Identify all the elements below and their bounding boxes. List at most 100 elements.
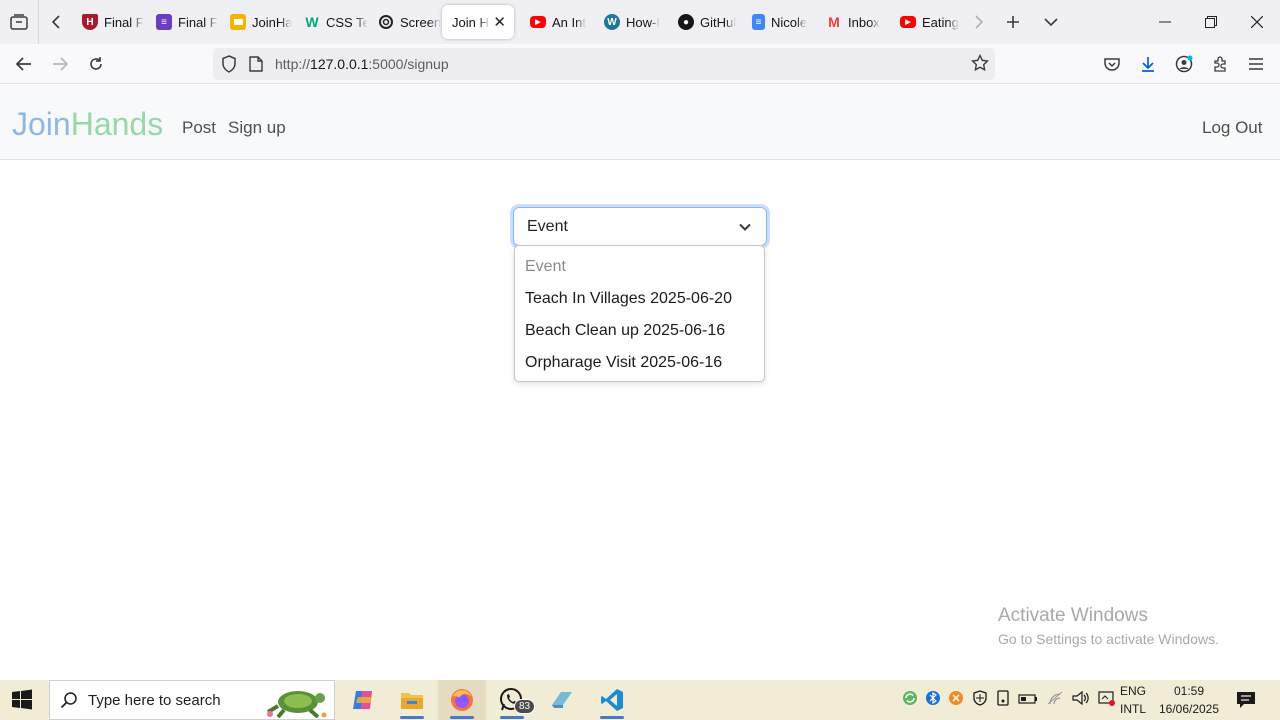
clock[interactable]: 01:59 16/06/2025 (1156, 682, 1222, 718)
browser-toolbar: http://127.0.0.1:5000/signup (0, 44, 1280, 84)
nav-link-logout[interactable]: Log Out (1202, 118, 1263, 138)
page-info-icon[interactable] (249, 56, 263, 77)
wifi-icon[interactable] (1046, 690, 1064, 711)
keyboard-layout: INTL (1120, 702, 1147, 716)
file-explorer-app-icon[interactable] (388, 680, 436, 720)
tab-title: Join Ha (452, 14, 490, 30)
close-window-icon[interactable] (1234, 0, 1280, 44)
browser-tab[interactable]: JoinHa (220, 5, 294, 39)
tab-title: Eating (922, 14, 959, 30)
url-scheme: http:// (275, 56, 311, 72)
harvard-shield-icon: H (82, 14, 98, 30)
dropdown-option[interactable]: Beach Clean up 2025-06-16 (525, 322, 725, 340)
wordpress-icon: W (604, 14, 620, 30)
dropdown-option[interactable]: Teach In Villages 2025-06-20 (525, 290, 732, 308)
update-sync-icon[interactable] (902, 690, 918, 711)
minimize-window-icon[interactable] (1142, 0, 1188, 44)
docs-icon: ≡ (752, 14, 765, 30)
brand-logo[interactable]: JoinHands (12, 106, 163, 143)
notes-app-icon[interactable] (538, 680, 586, 720)
notifications-icon[interactable] (1236, 691, 1256, 714)
notes-icon: ≡ (156, 14, 172, 30)
antivirus-icon[interactable] (948, 690, 964, 711)
browser-tab-active[interactable]: Join Ha ✕ (442, 5, 514, 39)
windows-start-icon[interactable] (10, 688, 34, 717)
bluetooth-icon[interactable] (926, 690, 940, 711)
tab-title: GitHul (700, 14, 737, 30)
w3schools-icon: W (305, 14, 319, 30)
address-bar[interactable]: http://127.0.0.1:5000/signup (213, 48, 995, 80)
account-icon[interactable] (1166, 48, 1202, 80)
browser-tab-strip: H Final F ≡ Final F JoinHa W CSS Te Scre… (0, 0, 1280, 44)
system-tray (902, 690, 1116, 711)
search-icon (60, 691, 78, 714)
browser-tab[interactable]: W How-I (594, 5, 668, 39)
nav-link-signup[interactable]: Sign up (228, 118, 286, 138)
browser-tab[interactable]: ▶ Eating (890, 5, 964, 39)
app-running-indicator (450, 716, 474, 719)
gmail-icon: M (828, 14, 840, 30)
taskbar-search-box[interactable]: Type here to search (49, 680, 335, 720)
browser-tab[interactable]: ▶ An Int (520, 5, 594, 39)
youtube-icon: ▶ (900, 16, 916, 28)
app-running-indicator (600, 716, 624, 719)
tab-title: Final F (104, 14, 144, 30)
activate-windows-watermark: Activate Windows Go to Settings to activ… (998, 605, 1219, 647)
whatsapp-app-icon[interactable]: 83 (488, 680, 536, 720)
reload-icon[interactable] (78, 48, 114, 80)
event-select-value: Event (527, 218, 568, 235)
copilot-app-icon[interactable] (339, 680, 387, 720)
browser-tab[interactable]: ≡ Nicole (742, 5, 816, 39)
windows-taskbar: Type here to search 83 ENG INTL 01:59 16… (0, 680, 1280, 720)
device-icon[interactable] (996, 690, 1010, 711)
volume-icon[interactable] (1072, 690, 1090, 711)
dropdown-option-placeholder[interactable]: Event (525, 258, 566, 276)
url-host: 127.0.0.1 (310, 56, 369, 72)
forward-arrow-icon[interactable] (42, 48, 78, 80)
browser-tab[interactable]: ● GitHul (668, 5, 742, 39)
event-select[interactable]: Event (513, 207, 767, 246)
browser-tab[interactable]: Screen (368, 5, 442, 39)
bookmark-star-icon[interactable] (970, 53, 990, 77)
youtube-icon: ▶ (530, 16, 546, 28)
url-text[interactable]: http://127.0.0.1:5000/signup (275, 56, 449, 72)
restore-window-icon[interactable] (1188, 0, 1234, 44)
browser-tab[interactable]: M Inbox (816, 5, 890, 39)
tab-overview-icon[interactable] (0, 0, 38, 44)
notification-app-icon[interactable] (1098, 690, 1116, 711)
tracking-protection-shield-icon[interactable] (221, 55, 237, 78)
openai-icon (378, 14, 394, 30)
vscode-app-icon[interactable] (588, 680, 636, 720)
tab-title: How-I (626, 14, 660, 30)
list-all-tabs-icon[interactable] (1032, 0, 1070, 44)
language-code: ENG (1120, 684, 1147, 698)
pocket-icon[interactable] (1094, 48, 1130, 80)
event-select-dropdown: Event Teach In Villages 2025-06-20 Beach… (514, 245, 765, 382)
search-placeholder: Type here to search (88, 692, 221, 709)
nav-link-post[interactable]: Post (182, 118, 216, 138)
downloads-icon[interactable] (1130, 48, 1166, 80)
new-tab-icon[interactable] (994, 0, 1032, 44)
firefox-app-icon[interactable] (438, 680, 486, 720)
battery-icon[interactable] (1018, 692, 1038, 710)
watermark-subtitle: Go to Settings to activate Windows. (998, 631, 1219, 647)
close-tab-icon[interactable]: ✕ (493, 13, 506, 31)
dropdown-option[interactable]: Orpharage Visit 2025-06-16 (525, 354, 722, 372)
security-shield-icon[interactable] (972, 690, 988, 711)
clock-time: 01:59 (1173, 684, 1205, 698)
scroll-tabs-left-icon[interactable] (38, 0, 72, 44)
browser-tab[interactable]: H Final F (72, 5, 146, 39)
sea-turtle-illustration-icon (262, 684, 330, 720)
extensions-icon[interactable] (1202, 48, 1238, 80)
toolbar-right-group (1094, 48, 1274, 80)
browser-tab[interactable]: W CSS Te (294, 5, 368, 39)
slides-icon (230, 14, 246, 30)
scroll-tabs-right-icon[interactable] (964, 0, 994, 44)
brand-hands: Hands (70, 106, 164, 142)
brand-join: Join (12, 106, 71, 142)
browser-tab[interactable]: ≡ Final F (146, 5, 220, 39)
back-arrow-icon[interactable] (6, 48, 42, 80)
language-indicator[interactable]: ENG INTL (1120, 682, 1146, 718)
app-menu-icon[interactable] (1238, 48, 1274, 80)
watermark-title: Activate Windows (998, 605, 1148, 626)
